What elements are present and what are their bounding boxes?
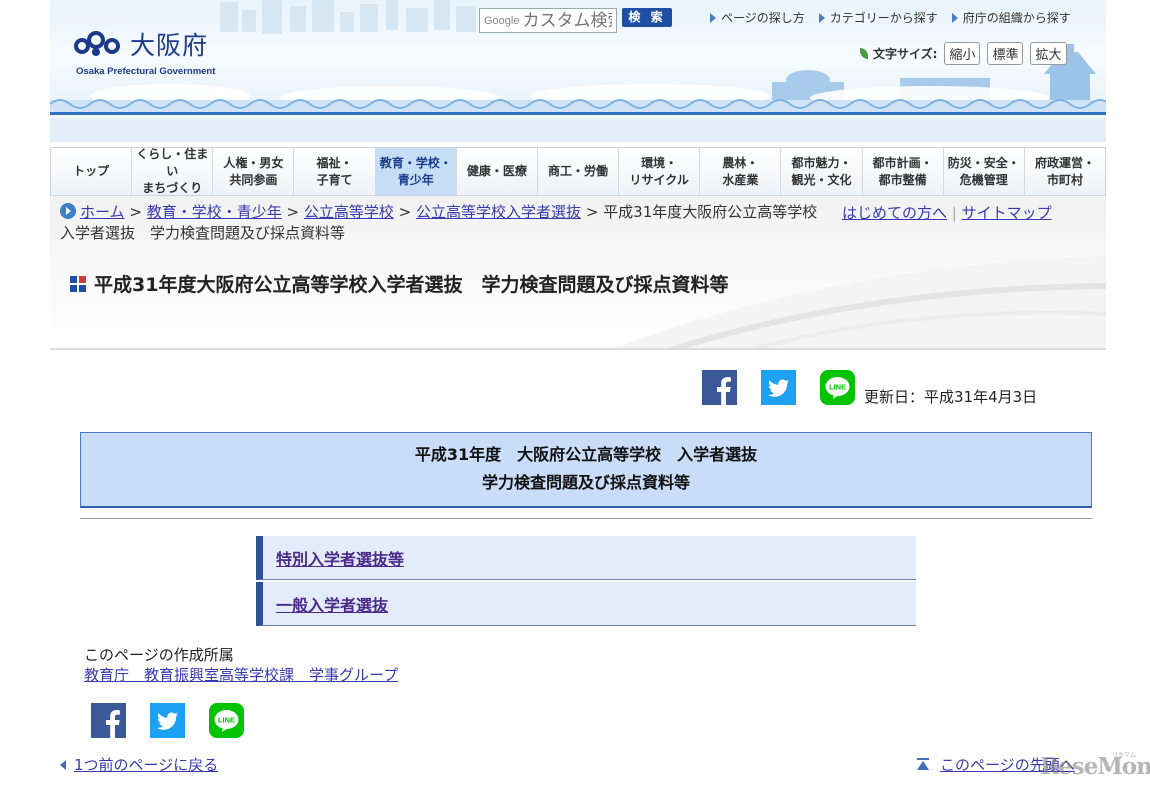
nav-item-environment[interactable]: 環境・ リサイクル [619,148,701,195]
side-link-divider: | [951,204,962,222]
font-size-smaller-button[interactable]: 縮小 [944,42,981,65]
breadcrumb-separator: > [129,203,142,221]
site-header: 大阪府 Osaka Prefectural Government Google … [50,0,1106,142]
search-brand-label: Google [484,14,520,27]
link-page-guide[interactable]: ページの探し方 [710,9,805,26]
search-input[interactable] [522,10,613,31]
breadcrumb-education[interactable]: 教育・学校・青少年 [147,203,282,221]
section-heading: 平成31年度 大阪府公立高等学校 入学者選抜 学力検査問題及び採点資料等 [80,432,1092,508]
nav-item-administration[interactable]: 府政運営・ 市町村 [1025,148,1105,195]
breadcrumb-admissions[interactable]: 公立高等学校入学者選抜 [416,203,581,221]
logo-subtitle: Osaka Prefectural Government [76,66,216,77]
font-size-larger-button[interactable]: 拡大 [1030,42,1067,65]
page-title-text: 平成31年度大阪府公立高等学校入学者選抜 学力検査問題及び採点資料等 [94,274,729,296]
nav-item-disaster[interactable]: 防災・安全・ 危機管理 [944,148,1025,195]
share-buttons-bottom: LINE [91,703,268,738]
title-bullet-icon [70,275,86,292]
link-category-search[interactable]: カテゴリーから探す [818,9,938,26]
breadcrumb: ホーム > 教育・学校・青少年 > 公立高等学校 > 公立高等学校入学者選抜 >… [60,202,820,244]
breadcrumb-separator: > [585,203,599,221]
link-organization-search[interactable]: 府庁の組織から探す [951,9,1071,26]
nav-item-education[interactable]: 教育・学校・ 青少年 [375,148,457,195]
nav-item-health[interactable]: 健康・医療 [457,148,538,195]
line-icon[interactable]: LINE [209,703,244,738]
line-icon[interactable]: LINE [820,370,855,405]
leaf-icon [860,48,868,59]
nav-item-human-rights[interactable]: 人権・男女 共同参画 [213,148,295,195]
breadcrumb-public-high-school[interactable]: 公立高等学校 [304,203,394,221]
facebook-icon[interactable] [702,370,737,405]
home-icon [60,203,76,219]
owner-label: このページの作成所属 [84,646,234,664]
general-admission-link[interactable]: 一般入学者選抜 [276,592,388,616]
nav-item-agriculture[interactable]: 農林・ 水産業 [700,148,782,195]
band-side-links: はじめての方へ | サイトマップ [842,202,1052,223]
link-row-general-admission: 一般入学者選抜 [256,582,916,626]
link-row-special-admission: 特別入学者選抜等 [256,536,916,580]
svg-text:LINE: LINE [218,716,235,725]
section-heading-line2: 学力検査問題及び採点資料等 [481,473,690,492]
nav-item-living[interactable]: くらし・住まい まちづくり [132,147,214,195]
arrow-up-icon [917,758,929,770]
sitemap-link[interactable]: サイトマップ [962,204,1052,222]
search-button[interactable]: 検 索 [622,8,672,27]
section-heading-line1: 平成31年度 大阪府公立高等学校 入学者選抜 [414,445,758,464]
title-band: ホーム > 教育・学校・青少年 > 公立高等学校 > 公立高等学校入学者選抜 >… [50,196,1106,350]
font-size-label: 文字サイズ: [873,47,938,61]
watermark-small-text: リセマム [1112,752,1137,759]
back-link[interactable]: 1つ前のページに戻る [74,754,218,775]
nav-item-tourism[interactable]: 都市魅力・ 観光・文化 [781,148,863,195]
nav-item-commerce[interactable]: 商工・労働 [538,148,620,195]
special-admission-link[interactable]: 特別入学者選抜等 [276,546,404,570]
arrow-right-icon [818,12,825,23]
font-size-control: 文字サイズ: 縮小 標準 拡大 [860,42,1067,65]
arrow-right-icon [951,12,958,23]
search-field[interactable]: Google [479,8,617,33]
divider [80,518,1092,519]
nav-item-urban-planning[interactable]: 都市計画・ 都市整備 [863,148,944,195]
share-buttons-top: LINE [702,370,879,405]
owner-department-link[interactable]: 教育庁 教育振興室高等学校課 学事グループ [84,664,398,685]
font-size-standard-button[interactable]: 標準 [987,42,1024,65]
arrow-left-icon [60,759,66,770]
logo-text: 大阪府 [130,31,209,60]
breadcrumb-separator: > [398,203,412,221]
utility-links: ページの探し方 カテゴリーから探す 府庁の組織から探す [710,9,1085,26]
svg-text:LINE: LINE [829,383,846,392]
breadcrumb-home[interactable]: ホーム [80,203,125,221]
last-updated: 更新日：平成31年4月3日 [864,388,1038,406]
page-title: 平成31年度大阪府公立高等学校入学者選抜 学力検査問題及び採点資料等 [70,270,728,297]
facebook-icon[interactable] [91,703,126,738]
twitter-icon[interactable] [150,703,185,738]
osaka-emblem-icon [74,31,120,56]
global-nav: トップ くらし・住まい まちづくり 人権・男女 共同参画 福祉・ 子育て 教育・… [50,147,1106,196]
breadcrumb-separator: > [286,203,300,221]
back-link-container: 1つ前のページに戻る [60,754,218,775]
arrow-right-icon [710,12,716,23]
nav-item-welfare[interactable]: 福祉・ 子育て [294,148,376,195]
first-time-link[interactable]: はじめての方へ [842,204,947,222]
twitter-icon[interactable] [761,370,796,405]
osaka-logo[interactable]: 大阪府 [74,26,208,62]
nav-item-top[interactable]: トップ [51,148,133,195]
